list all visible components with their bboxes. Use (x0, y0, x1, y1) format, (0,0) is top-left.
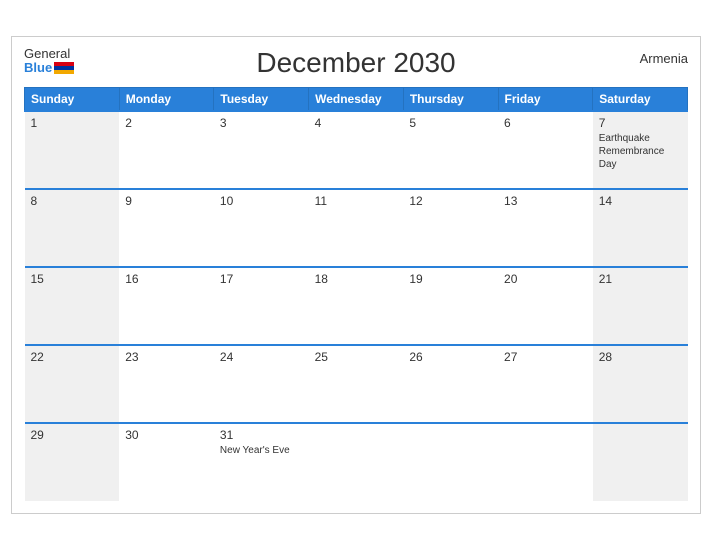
logo-flag-icon (54, 62, 74, 74)
day-number: 14 (599, 194, 682, 208)
calendar-cell: 12 (403, 189, 498, 267)
week-row-2: 89 10 11 12 13 14 (25, 189, 688, 267)
calendar-grid: SundayMondayTuesdayWednesdayThursdayFrid… (24, 87, 688, 501)
calendar-cell: 28 (593, 345, 688, 423)
calendar-title: December 2030 (256, 47, 455, 79)
calendar-cell: 15 (25, 267, 120, 345)
logo-blue-text: Blue (24, 61, 52, 75)
calendar-cell: 3 (214, 111, 309, 189)
day-number: 30 (125, 428, 208, 442)
calendar-cell: 30 (119, 423, 214, 501)
day-number: 1 (31, 116, 114, 130)
calendar-cell (498, 423, 593, 501)
calendar-cell: 2 (119, 111, 214, 189)
calendar-cell: 21 (593, 267, 688, 345)
weekday-header-monday: Monday (119, 88, 214, 112)
calendar-cell: 18 (309, 267, 404, 345)
weekday-header-tuesday: Tuesday (214, 88, 309, 112)
day-number: 22 (31, 350, 114, 364)
day-number: 17 (220, 272, 303, 286)
calendar-cell: 23 (119, 345, 214, 423)
day-number: 28 (599, 350, 682, 364)
day-number: 16 (125, 272, 208, 286)
week-row-1: 1234567 Earthquake Remembrance Day (25, 111, 688, 189)
calendar-cell (309, 423, 404, 501)
day-number: 8 (31, 194, 114, 208)
calendar-cell: 22 (25, 345, 120, 423)
calendar-cell: 10 (214, 189, 309, 267)
day-number: 25 (315, 350, 398, 364)
day-number: 7 (599, 116, 682, 130)
calendar-cell: 8 (25, 189, 120, 267)
day-number: 2 (125, 116, 208, 130)
day-number: 27 (504, 350, 587, 364)
day-number: 12 (409, 194, 492, 208)
calendar-cell: 6 (498, 111, 593, 189)
day-number: 6 (504, 116, 587, 130)
weekday-header-friday: Friday (498, 88, 593, 112)
weekday-header-row: SundayMondayTuesdayWednesdayThursdayFrid… (25, 88, 688, 112)
week-row-4: 22 23 24 25 26 27 28 (25, 345, 688, 423)
day-number: 23 (125, 350, 208, 364)
calendar-cell: 13 (498, 189, 593, 267)
day-number: 4 (315, 116, 398, 130)
calendar-cell: 24 (214, 345, 309, 423)
calendar-cell: 17 (214, 267, 309, 345)
event-label: Earthquake Remembrance Day (599, 132, 682, 171)
weekday-header-thursday: Thursday (403, 88, 498, 112)
calendar-cell: 4 (309, 111, 404, 189)
calendar-cell (403, 423, 498, 501)
calendar-cell: 25 (309, 345, 404, 423)
day-number: 24 (220, 350, 303, 364)
day-number: 9 (125, 194, 208, 208)
calendar-cell: 26 (403, 345, 498, 423)
day-number: 18 (315, 272, 398, 286)
calendar-container: General Blue December 2030 Armenia Sunda… (11, 36, 701, 514)
calendar-cell: 11 (309, 189, 404, 267)
calendar-cell: 14 (593, 189, 688, 267)
day-number: 31 (220, 428, 303, 442)
day-number: 20 (504, 272, 587, 286)
logo: General Blue (24, 47, 74, 76)
logo-general-text: General (24, 47, 74, 61)
day-number: 10 (220, 194, 303, 208)
day-number: 5 (409, 116, 492, 130)
calendar-cell: 29 (25, 423, 120, 501)
calendar-cell: 31 New Year's Eve (214, 423, 309, 501)
day-number: 15 (31, 272, 114, 286)
week-row-3: 15 16 17 18 19 20 21 (25, 267, 688, 345)
weekday-header-saturday: Saturday (593, 88, 688, 112)
calendar-cell: 16 (119, 267, 214, 345)
calendar-cell: 1 (25, 111, 120, 189)
weekday-header-wednesday: Wednesday (309, 88, 404, 112)
calendar-cell: 9 (119, 189, 214, 267)
calendar-cell: 7 Earthquake Remembrance Day (593, 111, 688, 189)
calendar-header: General Blue December 2030 Armenia (24, 47, 688, 79)
day-number: 11 (315, 194, 398, 208)
country-label: Armenia (640, 51, 688, 66)
day-number: 21 (599, 272, 682, 286)
calendar-cell: 5 (403, 111, 498, 189)
day-number: 19 (409, 272, 492, 286)
event-label: New Year's Eve (220, 444, 303, 457)
day-number: 3 (220, 116, 303, 130)
calendar-cell: 19 (403, 267, 498, 345)
day-number: 29 (31, 428, 114, 442)
calendar-cell: 20 (498, 267, 593, 345)
calendar-cell: 27 (498, 345, 593, 423)
weekday-header-sunday: Sunday (25, 88, 120, 112)
week-row-5: 29 30 31 New Year's Eve (25, 423, 688, 501)
day-number: 26 (409, 350, 492, 364)
calendar-cell (593, 423, 688, 501)
day-number: 13 (504, 194, 587, 208)
